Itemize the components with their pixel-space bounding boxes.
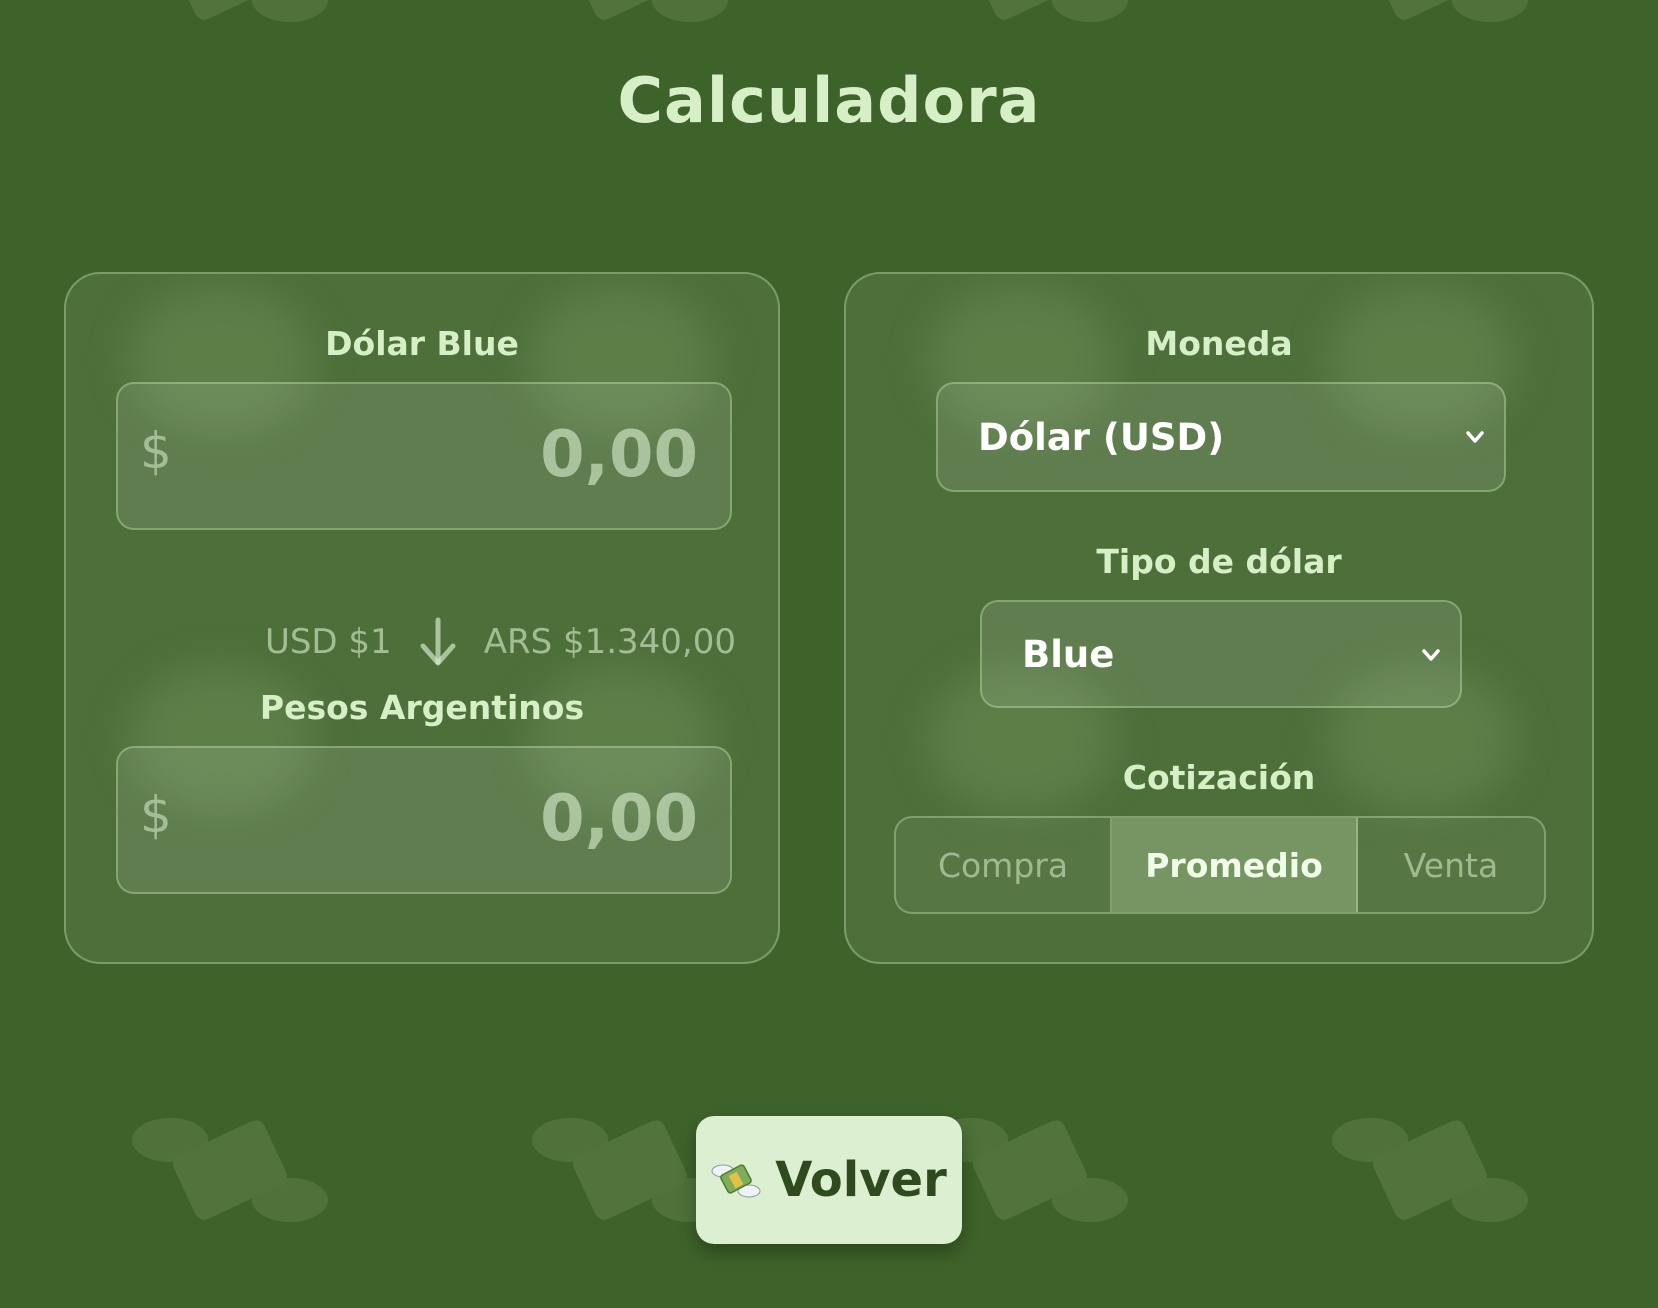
dollar-type-select[interactable]: Blue	[980, 600, 1462, 708]
chevron-down-icon	[1422, 649, 1440, 661]
money-with-wings-icon	[930, 0, 1130, 60]
rate-from-text: USD $1	[264, 622, 392, 662]
dollar-type-label: Tipo de dólar	[1096, 542, 1342, 581]
dollar-type-select-value: Blue	[1022, 632, 1115, 676]
from-amount-input[interactable]	[258, 410, 698, 500]
quote-option-venta[interactable]: Venta	[1358, 818, 1544, 912]
money-with-wings-icon	[530, 0, 730, 60]
from-currency-label: Dólar Blue	[325, 324, 519, 363]
back-button[interactable]: Volver	[696, 1116, 962, 1244]
to-currency-label: Pesos Argentinos	[259, 688, 585, 727]
money-with-wings-icon	[1330, 1080, 1530, 1260]
chevron-down-icon	[1466, 431, 1484, 443]
quote-toggle-group: Compra Promedio Venta	[894, 816, 1546, 914]
page-title: Calculadora	[617, 64, 1041, 137]
calculator-page: Calculadora Dólar Blue $ USD $1 ARS $1.3…	[0, 0, 1658, 1308]
currency-label: Moneda	[1145, 324, 1293, 363]
arrow-down-icon[interactable]	[418, 616, 458, 668]
money-with-wings-icon	[130, 1080, 330, 1260]
rate-to-text: ARS $1.340,00	[483, 622, 736, 662]
quote-label: Cotización	[1122, 758, 1316, 797]
quote-option-compra[interactable]: Compra	[896, 818, 1112, 912]
currency-select[interactable]: Dólar (USD)	[936, 382, 1506, 492]
quote-option-promedio[interactable]: Promedio	[1112, 818, 1358, 912]
money-with-wings-icon	[1330, 0, 1530, 60]
back-button-label: Volver	[775, 1152, 947, 1208]
settings-panel: Moneda Dólar (USD) Tipo de dólar Blue Co…	[844, 272, 1594, 964]
converter-panel: Dólar Blue $ USD $1 ARS $1.340,00 Pesos …	[64, 272, 780, 964]
currency-select-value: Dólar (USD)	[978, 415, 1225, 459]
money-with-wings-icon	[130, 0, 330, 60]
to-amount-field[interactable]: $	[116, 746, 732, 894]
from-amount-field[interactable]: $	[116, 382, 732, 530]
dollar-sign: $	[140, 786, 172, 844]
exchange-rate-line: USD $1 ARS $1.340,00	[256, 612, 736, 672]
money-with-wings-icon	[711, 1164, 761, 1198]
to-amount-input[interactable]	[258, 774, 698, 864]
dollar-sign: $	[140, 422, 172, 480]
